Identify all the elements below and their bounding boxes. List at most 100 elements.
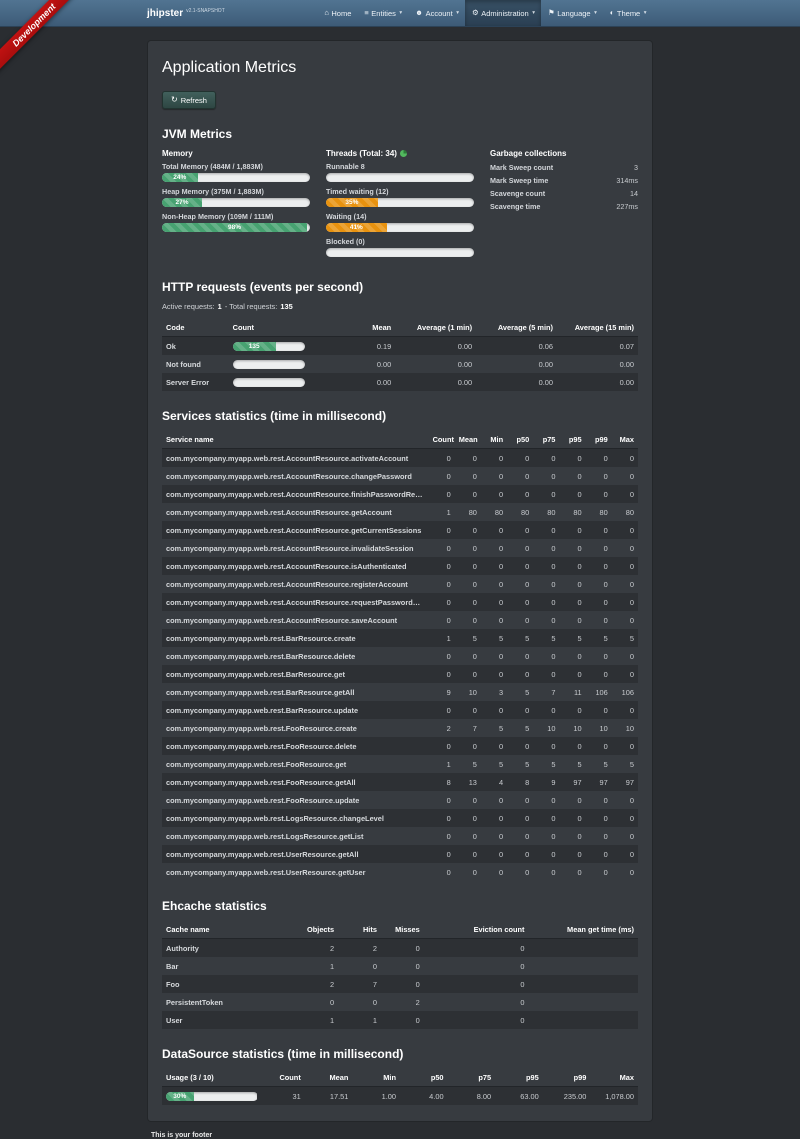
column-header: Eviction count — [424, 921, 529, 939]
service-value: 0 — [455, 845, 481, 863]
service-value: 7 — [533, 683, 559, 701]
metric-bar-label: Total Memory (484M / 1,883M) — [162, 162, 310, 171]
brand-link[interactable]: jhipster v2.1-SNAPSHOT — [147, 0, 225, 26]
table-row: com.mycompany.myapp.web.rest.AccountReso… — [162, 503, 638, 521]
service-name: com.mycompany.myapp.web.rest.AccountReso… — [162, 467, 429, 485]
datasource-value: 1,078.00 — [590, 1087, 638, 1106]
nav-item-administration[interactable]: ⚙Administration▾ — [465, 0, 541, 26]
column-header: Cache name — [162, 921, 295, 939]
service-value: 0 — [559, 737, 585, 755]
nav-item-entities[interactable]: ≡Entities▾ — [358, 0, 409, 26]
gc-label: Scavenge time — [490, 202, 540, 211]
cache-value — [528, 993, 638, 1011]
service-value: 0 — [481, 665, 507, 683]
service-value: 0 — [481, 701, 507, 719]
service-value: 97 — [612, 773, 638, 791]
service-value: 0 — [481, 791, 507, 809]
service-value: 0 — [455, 557, 481, 575]
column-header: Misses — [381, 921, 424, 939]
chevron-down-icon: ▾ — [456, 10, 459, 16]
metric-bar-label: Waiting (14) — [326, 212, 474, 221]
service-value: 0 — [533, 737, 559, 755]
service-name: com.mycompany.myapp.web.rest.AccountReso… — [162, 575, 429, 593]
progress-bar: 35% — [326, 198, 474, 207]
nav-item-language[interactable]: ⚑Language▾ — [541, 0, 603, 26]
threads-pie-icon[interactable] — [400, 150, 407, 157]
gc-label: Scavenge count — [490, 189, 545, 198]
cache-value: 1 — [338, 1011, 381, 1029]
service-value: 0 — [586, 539, 612, 557]
datasource-value: 17.51 — [305, 1087, 353, 1106]
table-row: com.mycompany.myapp.web.rest.BarResource… — [162, 629, 638, 647]
table-row: com.mycompany.myapp.web.rest.AccountReso… — [162, 611, 638, 629]
service-value: 0 — [533, 539, 559, 557]
service-name: com.mycompany.myapp.web.rest.LogsResourc… — [162, 809, 429, 827]
service-value: 0 — [586, 521, 612, 539]
service-value: 0 — [455, 467, 481, 485]
progress-bar — [326, 248, 474, 257]
service-value: 0 — [455, 449, 481, 468]
service-value: 0 — [507, 809, 533, 827]
service-value: 0 — [429, 611, 455, 629]
column-header: Count — [257, 1069, 305, 1087]
service-value: 0 — [481, 575, 507, 593]
nav-item-theme[interactable]: ◐Theme▾ — [603, 0, 653, 26]
service-name: com.mycompany.myapp.web.rest.BarResource… — [162, 665, 429, 683]
service-value: 0 — [559, 845, 585, 863]
nav-item-home[interactable]: ⌂Home — [318, 0, 358, 26]
service-value: 0 — [481, 467, 507, 485]
service-value: 0 — [455, 593, 481, 611]
service-value: 5 — [455, 629, 481, 647]
gc-value: 14 — [630, 189, 638, 198]
cache-value: 0 — [424, 1011, 529, 1029]
service-value: 0 — [533, 791, 559, 809]
table-row: com.mycompany.myapp.web.rest.FooResource… — [162, 737, 638, 755]
table-row: com.mycompany.myapp.web.rest.UserResourc… — [162, 863, 638, 881]
refresh-button[interactable]: ↻ Refresh — [162, 91, 216, 109]
service-name: com.mycompany.myapp.web.rest.AccountReso… — [162, 611, 429, 629]
service-value: 0 — [612, 845, 638, 863]
column-header: Service name — [162, 431, 429, 449]
column-header: p50 — [400, 1069, 448, 1087]
service-value: 0 — [533, 863, 559, 881]
gc-value: 227ms — [616, 202, 638, 211]
service-value: 0 — [559, 539, 585, 557]
progress-bar-fill: 24% — [162, 173, 198, 182]
service-value: 5 — [612, 755, 638, 773]
service-value: 5 — [559, 629, 585, 647]
service-name: com.mycompany.myapp.web.rest.AccountReso… — [162, 449, 429, 468]
service-value: 0 — [455, 521, 481, 539]
cache-value: 0 — [424, 957, 529, 975]
nav-item-label: Language — [557, 9, 590, 18]
service-name: com.mycompany.myapp.web.rest.AccountReso… — [162, 593, 429, 611]
cache-value: 0 — [338, 957, 381, 975]
service-value: 5 — [507, 755, 533, 773]
column-header: Average (1 min) — [395, 319, 476, 337]
service-value: 0 — [455, 701, 481, 719]
service-value: 10 — [612, 719, 638, 737]
service-name: com.mycompany.myapp.web.rest.AccountReso… — [162, 521, 429, 539]
service-value: 0 — [612, 557, 638, 575]
datasource-value: 1.00 — [352, 1087, 400, 1106]
jvm-metrics-title: JVM Metrics — [162, 127, 638, 141]
service-value: 0 — [612, 485, 638, 503]
http-count-cell — [229, 373, 315, 391]
progress-bar-fill: 27% — [162, 198, 202, 207]
datasource-value: 235.00 — [543, 1087, 591, 1106]
list-icon: ≡ — [364, 9, 368, 17]
gc-row: Scavenge count 14 — [490, 187, 638, 200]
service-value: 0 — [455, 575, 481, 593]
service-value: 80 — [455, 503, 481, 521]
service-value: 0 — [612, 665, 638, 683]
service-value: 0 — [429, 737, 455, 755]
service-value: 0 — [455, 863, 481, 881]
threads-title: Threads (Total: 34) — [326, 149, 474, 158]
service-value: 0 — [455, 791, 481, 809]
table-row: com.mycompany.myapp.web.rest.BarResource… — [162, 683, 638, 701]
nav-item-account[interactable]: ☻Account▾ — [409, 0, 466, 26]
service-value: 0 — [559, 611, 585, 629]
cache-name: Foo — [162, 975, 295, 993]
table-row: com.mycompany.myapp.web.rest.AccountReso… — [162, 467, 638, 485]
service-value: 8 — [429, 773, 455, 791]
service-value: 10 — [586, 719, 612, 737]
